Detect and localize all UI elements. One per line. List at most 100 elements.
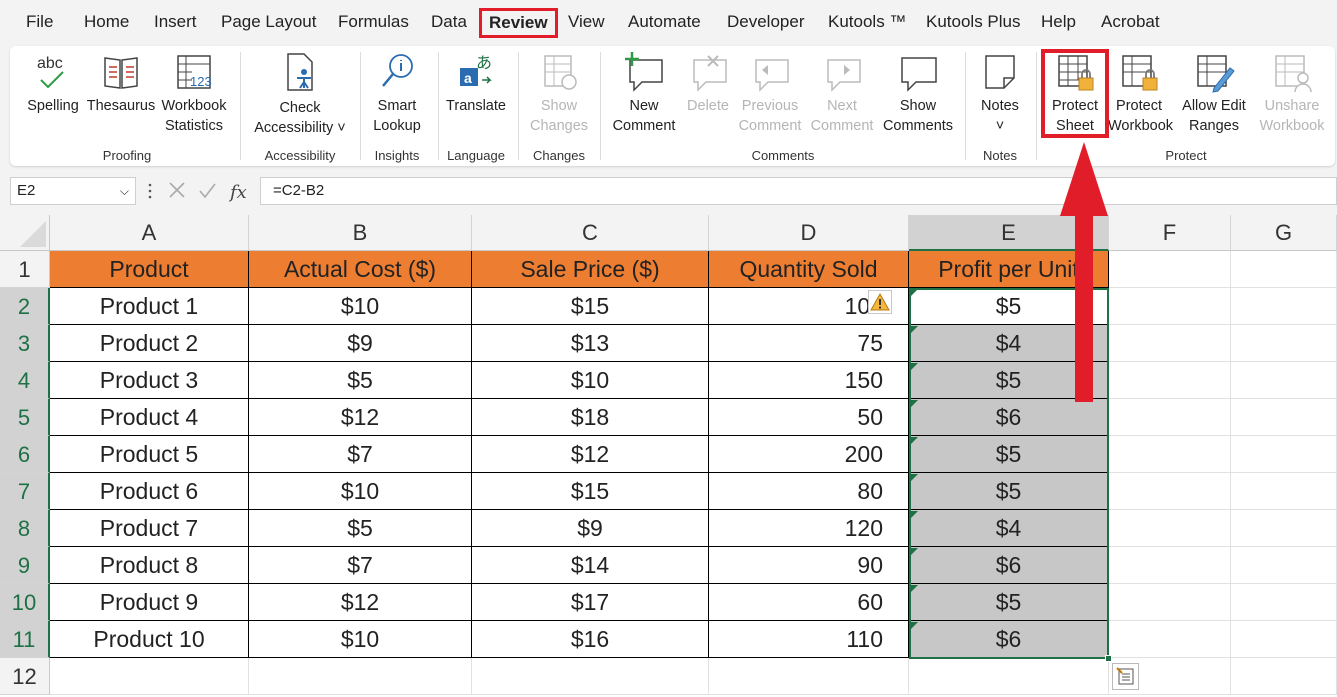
empty-cell[interactable] [1231,436,1337,473]
empty-cell[interactable] [1231,658,1337,695]
chevron-down-icon[interactable]: ⌵ [120,178,129,204]
new-comment-button[interactable]: New Comment [608,50,680,136]
workbook-statistics-button[interactable]: 123 Workbook Statistics [158,50,230,136]
table-cell[interactable]: $7 [249,436,472,473]
empty-cell[interactable] [1109,436,1231,473]
translate-button[interactable]: a あ Translate [442,50,510,116]
row-header-4[interactable]: 4 [0,362,50,399]
table-cell[interactable]: $12 [472,436,709,473]
empty-cell[interactable] [1109,251,1231,288]
notes-button[interactable]: Notes ˅ [972,50,1028,136]
row-header-1[interactable]: 1 [0,251,50,288]
next-comment-button[interactable]: Next Comment [808,50,876,136]
table-cell[interactable]: 90 [709,547,909,584]
fill-handle[interactable] [1105,655,1112,662]
table-cell[interactable]: Product 2 [50,325,249,362]
table-cell[interactable]: Product 6 [50,473,249,510]
empty-cell[interactable] [1231,473,1337,510]
table-cell[interactable]: $12 [249,399,472,436]
empty-cell[interactable] [1231,362,1337,399]
table-cell[interactable]: $13 [472,325,709,362]
table-cell[interactable]: $7 [249,547,472,584]
table-cell[interactable]: $15 [472,288,709,325]
table-header-cell[interactable]: Sale Price ($) [472,251,709,288]
column-header-c[interactable]: C [472,215,709,251]
row-header-10[interactable]: 10 [0,584,50,621]
column-header-e[interactable]: E [909,215,1109,251]
menu-formulas[interactable]: Formulas [330,8,417,38]
table-cell[interactable]: $9 [472,510,709,547]
empty-cell[interactable] [1109,288,1231,325]
empty-cell[interactable] [1109,473,1231,510]
menu-file[interactable]: File [18,8,61,38]
menu-review[interactable]: Review [479,8,558,38]
row-header-3[interactable]: 3 [0,325,50,362]
menu-help[interactable]: Help [1033,8,1084,38]
table-header-cell[interactable]: Quantity Sold [709,251,909,288]
table-cell[interactable]: Product 10 [50,621,249,658]
check-accessibility-button[interactable]: Check Accessibility ˅ [250,50,350,138]
empty-cell[interactable] [1109,621,1231,658]
column-header-b[interactable]: B [249,215,472,251]
profit-cell[interactable]: $5 [909,473,1109,510]
table-cell[interactable]: 60 [709,584,909,621]
profit-cell[interactable]: $5 [909,362,1109,399]
table-cell[interactable]: $18 [472,399,709,436]
empty-cell[interactable] [1231,399,1337,436]
row-header-8[interactable]: 8 [0,510,50,547]
row-header-5[interactable]: 5 [0,399,50,436]
table-header-cell[interactable]: Actual Cost ($) [249,251,472,288]
menu-data[interactable]: Data [423,8,475,38]
table-cell[interactable]: 150 [709,362,909,399]
menu-insert[interactable]: Insert [146,8,205,38]
row-header-6[interactable]: 6 [0,436,50,473]
table-cell[interactable]: 75 [709,325,909,362]
empty-cell[interactable] [1109,510,1231,547]
empty-cell[interactable] [1109,325,1231,362]
menu-automate[interactable]: Automate [620,8,709,38]
row-header-12[interactable]: 12 [0,658,50,695]
menu-home[interactable]: Home [76,8,137,38]
menu-view[interactable]: View [560,8,613,38]
empty-cell[interactable] [1231,251,1337,288]
empty-cell[interactable] [1231,288,1337,325]
table-cell[interactable]: $10 [472,362,709,399]
select-all-button[interactable] [0,215,50,251]
unshare-workbook-button[interactable]: Unshare Workbook [1256,50,1328,136]
column-header-g[interactable]: G [1231,215,1337,251]
table-cell[interactable]: 120 [709,510,909,547]
table-cell[interactable]: $10 [249,288,472,325]
table-cell[interactable]: $9 [249,325,472,362]
empty-cell[interactable] [709,658,909,695]
table-cell[interactable]: Product 7 [50,510,249,547]
table-cell[interactable]: 50 [709,399,909,436]
profit-cell[interactable]: $5 [909,436,1109,473]
row-header-2[interactable]: 2 [0,288,50,325]
empty-cell[interactable] [1109,399,1231,436]
empty-cell[interactable] [1231,547,1337,584]
profit-cell[interactable]: $5 [909,288,1109,325]
allow-edit-ranges-button[interactable]: Allow Edit Ranges [1175,50,1253,136]
smart-lookup-button[interactable]: Smart Lookup [366,50,428,136]
table-cell[interactable]: Product 5 [50,436,249,473]
empty-cell[interactable] [249,658,472,695]
column-header-d[interactable]: D [709,215,909,251]
formula-input[interactable]: =C2-B2 [260,177,1337,205]
thesaurus-button[interactable]: Thesaurus [86,50,156,116]
table-cell[interactable]: $12 [249,584,472,621]
table-cell[interactable]: 110 [709,621,909,658]
row-header-7[interactable]: 7 [0,473,50,510]
menu-kutools-plus[interactable]: Kutools Plus [918,8,1029,38]
show-changes-button[interactable]: Show Changes [526,50,592,136]
auto-fill-options-button[interactable] [1112,663,1139,690]
table-cell[interactable]: $17 [472,584,709,621]
name-box[interactable]: E2 ⌵ [10,177,136,205]
empty-cell[interactable] [1109,547,1231,584]
profit-cell[interactable]: $6 [909,399,1109,436]
menu-page-layout[interactable]: Page Layout [213,8,324,38]
profit-cell[interactable]: $5 [909,584,1109,621]
row-header-11[interactable]: 11 [0,621,50,658]
table-cell[interactable]: $10 [249,473,472,510]
previous-comment-button[interactable]: Previous Comment [736,50,804,136]
column-header-a[interactable]: A [50,215,249,251]
